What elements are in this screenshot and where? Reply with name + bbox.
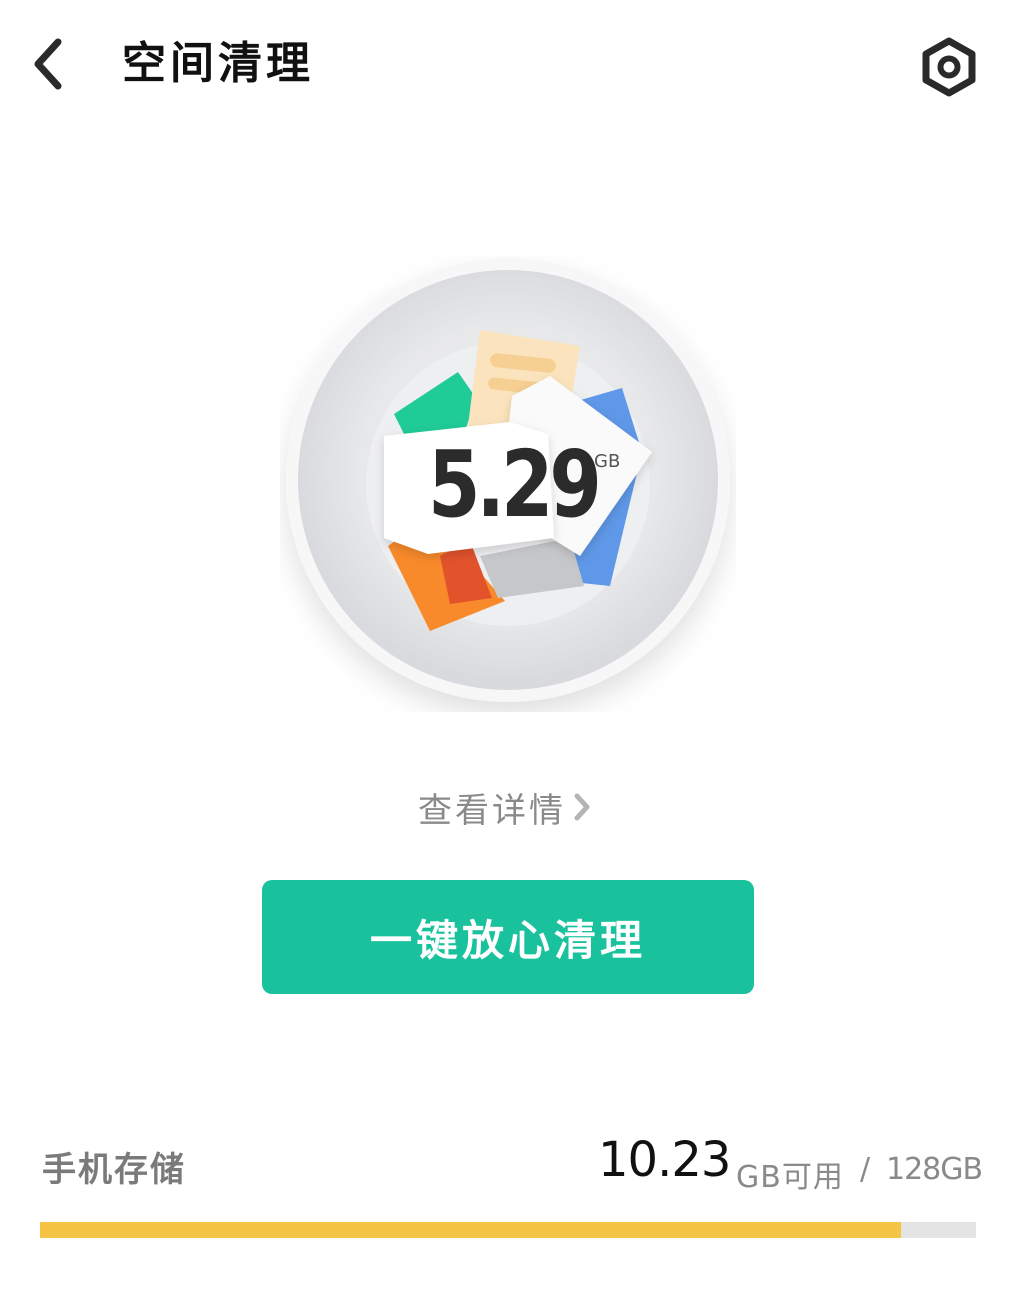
storage-separator: / (860, 1152, 871, 1187)
junk-size-value: 5.29 (428, 431, 602, 538)
hexagon-settings-icon (917, 35, 981, 103)
storage-progress-fill (40, 1222, 902, 1238)
settings-button[interactable] (914, 34, 984, 104)
storage-progress-bar (40, 1222, 976, 1238)
clean-button-label: 一键放心清理 (369, 915, 646, 965)
view-details-link[interactable]: 查看详情 (418, 782, 594, 832)
storage-label: 手机存储 (42, 1150, 186, 1190)
storage-available-unit: GB可用 (736, 1160, 844, 1195)
storage-total: 128GB (886, 1152, 983, 1187)
back-button[interactable] (18, 28, 78, 104)
page-title: 空间清理 (122, 38, 314, 89)
view-details-label: 查看详情 (418, 790, 566, 831)
storage-available-value: 10.23 (598, 1132, 731, 1188)
one-click-clean-button[interactable]: 一键放心清理 (262, 880, 754, 994)
junk-size-unit: GB (594, 451, 621, 472)
chevron-right-icon (572, 791, 594, 823)
chevron-left-icon (28, 36, 68, 96)
